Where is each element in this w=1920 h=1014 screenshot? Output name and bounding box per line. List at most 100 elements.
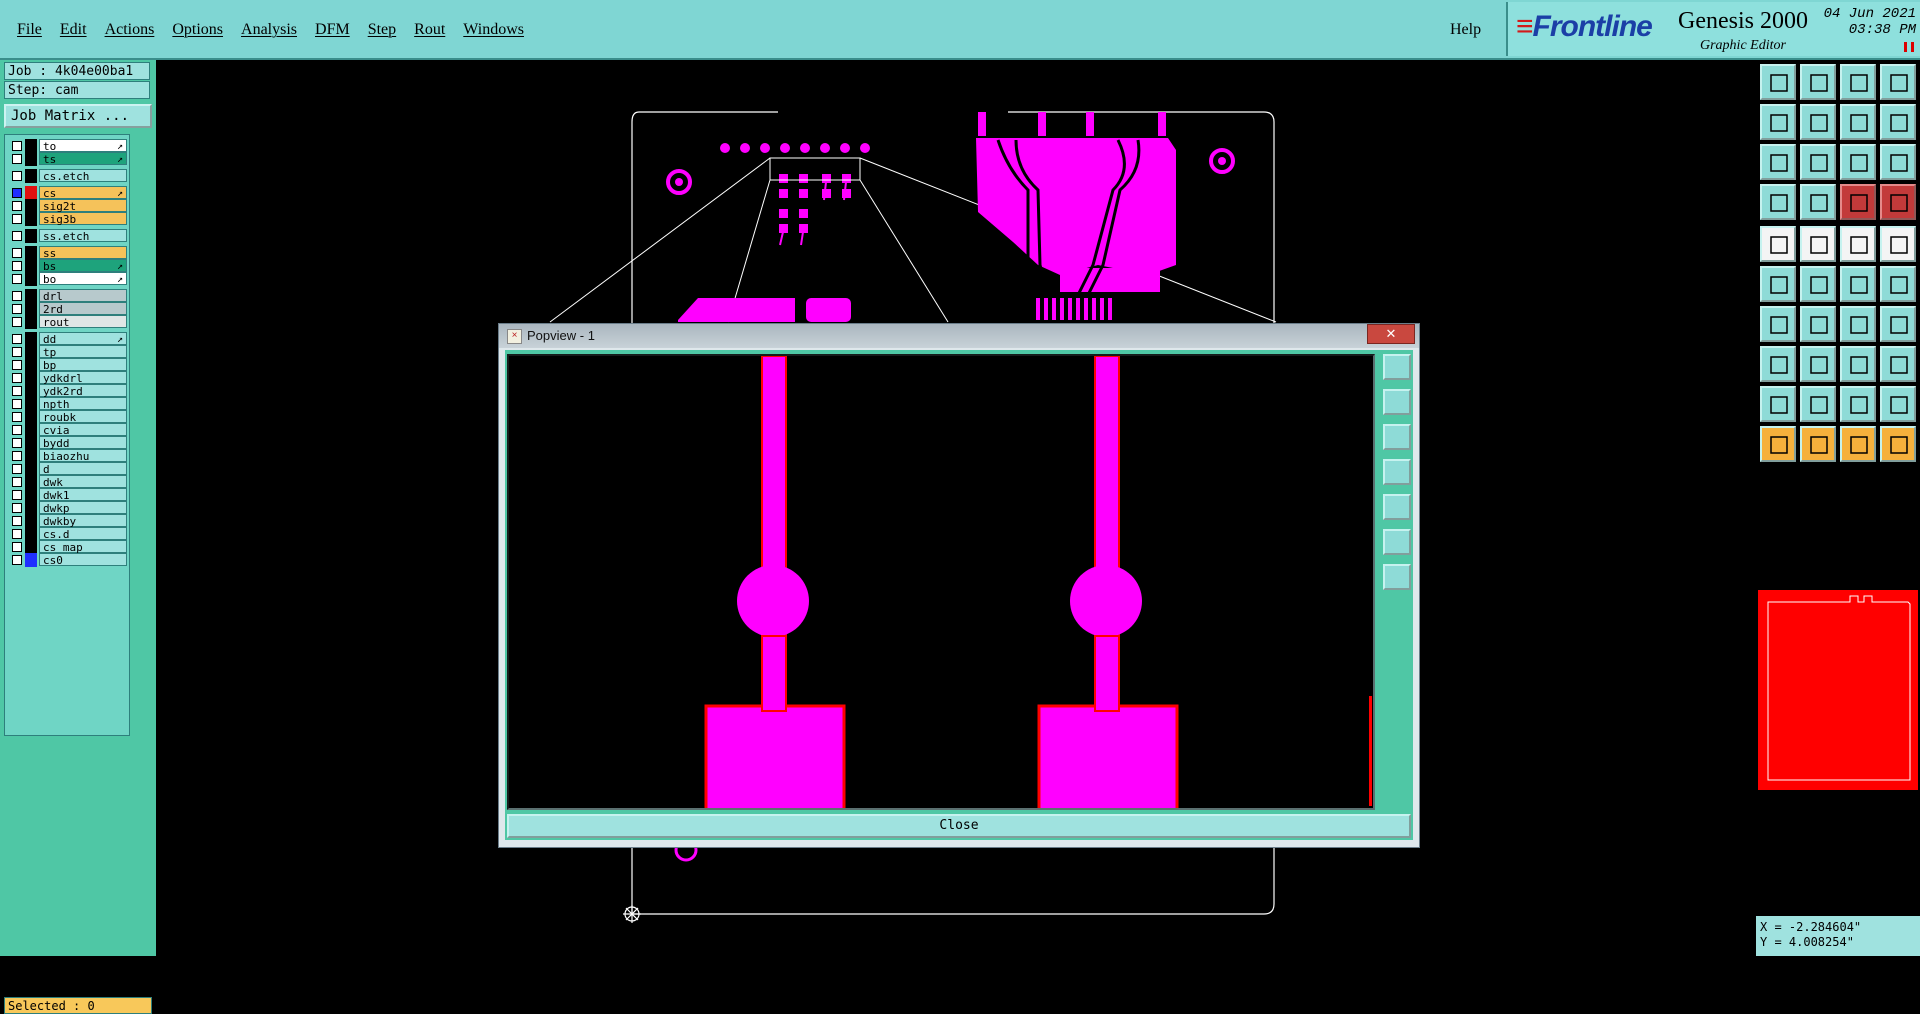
layer-color-swatch[interactable]	[25, 501, 37, 515]
profile-icon[interactable]	[1840, 386, 1876, 422]
layer-color-swatch[interactable]	[25, 410, 37, 424]
layer-checkbox[interactable]	[12, 360, 22, 370]
layer-color-swatch[interactable]	[25, 436, 37, 450]
layer-row[interactable]: cvia	[9, 423, 127, 437]
node-icon[interactable]	[1760, 266, 1796, 302]
layer-checkbox[interactable]	[12, 261, 22, 271]
trace-icon[interactable]	[1800, 386, 1836, 422]
menu-edit[interactable]: Edit	[51, 21, 96, 39]
layer-checkbox[interactable]	[12, 141, 22, 151]
layer-row[interactable]: roubk	[9, 410, 127, 424]
layer-checkbox[interactable]	[12, 503, 22, 513]
layer-color-swatch[interactable]	[25, 169, 37, 183]
layer-name[interactable]: tp	[39, 345, 127, 359]
layer-row[interactable]: cs.d	[9, 527, 127, 541]
layer-row[interactable]: cs ↗	[9, 186, 127, 200]
line-icon[interactable]	[1800, 226, 1836, 262]
query-icon[interactable]	[1880, 144, 1916, 180]
pad-icon[interactable]	[1760, 226, 1796, 262]
layer-color-swatch[interactable]	[25, 384, 37, 398]
layer-name[interactable]: bo ↗	[39, 272, 127, 286]
close-button[interactable]: Close	[507, 814, 1411, 838]
layer-row[interactable]: ts ↗	[9, 152, 127, 166]
menu-file[interactable]: File	[8, 21, 51, 39]
popview-zoom-in-button[interactable]	[1383, 564, 1411, 590]
layer-color-swatch[interactable]	[25, 229, 37, 243]
layer-color-swatch[interactable]	[25, 475, 37, 489]
layer-name[interactable]: cvia	[39, 423, 127, 437]
layer-row[interactable]: biaozhu	[9, 449, 127, 463]
layer-color-swatch[interactable]	[25, 462, 37, 476]
select-red-icon[interactable]	[1800, 426, 1836, 462]
grid-icon[interactable]	[1880, 64, 1916, 100]
layer-checkbox[interactable]	[12, 438, 22, 448]
layer-checkbox[interactable]	[12, 399, 22, 409]
cross-icon[interactable]	[1800, 266, 1836, 302]
layer-checkbox[interactable]	[12, 451, 22, 461]
layer-checkbox[interactable]	[12, 201, 22, 211]
layer-checkbox[interactable]	[12, 464, 22, 474]
layer-color-swatch[interactable]	[25, 152, 37, 166]
layer-row[interactable]: bo ↗	[9, 272, 127, 286]
select-icon[interactable]	[1760, 426, 1796, 462]
target-icon[interactable]	[1880, 226, 1916, 262]
menu-analysis[interactable]: Analysis	[232, 21, 306, 39]
menu-dfm[interactable]: DFM	[306, 21, 359, 39]
layer-row[interactable]: ss.etch	[9, 229, 127, 243]
layer-checkbox[interactable]	[12, 291, 22, 301]
layer-checkbox[interactable]	[12, 386, 22, 396]
layer-row[interactable]: ydkdrl	[9, 371, 127, 385]
layer-checkbox[interactable]	[12, 171, 22, 181]
center-icon[interactable]	[1800, 144, 1836, 180]
overview-map[interactable]	[1758, 590, 1918, 790]
layer-color-swatch[interactable]	[25, 139, 37, 153]
layer-name[interactable]: biaozhu	[39, 449, 127, 463]
layer-row[interactable]: dd ↗	[9, 332, 127, 346]
pause-icon[interactable]	[1904, 42, 1914, 52]
pan-right-icon[interactable]	[1800, 104, 1836, 140]
layer-name[interactable]: bp	[39, 358, 127, 372]
layer-color-swatch[interactable]	[25, 212, 37, 226]
slash-icon[interactable]	[1800, 306, 1836, 342]
layer-name[interactable]: ss	[39, 246, 127, 260]
layer-checkbox[interactable]	[12, 274, 22, 284]
layer-row[interactable]: bs ↗	[9, 259, 127, 273]
group-icon[interactable]	[1880, 346, 1916, 382]
layer-checkbox[interactable]	[12, 304, 22, 314]
layer-checkbox[interactable]	[12, 412, 22, 422]
layer-color-swatch[interactable]	[25, 514, 37, 528]
zoom-reset-icon[interactable]	[1840, 104, 1876, 140]
layer-color-swatch[interactable]	[25, 186, 37, 200]
menu-options[interactable]: Options	[163, 21, 232, 39]
print-icon[interactable]	[1800, 64, 1836, 100]
layer-checkbox[interactable]	[12, 529, 22, 539]
layer-name[interactable]: to ↗	[39, 139, 127, 153]
popview-pan-down-button[interactable]	[1383, 424, 1411, 450]
layer-row[interactable]: ydk2rd	[9, 384, 127, 398]
layer-checkbox[interactable]	[12, 477, 22, 487]
house-icon[interactable]	[1840, 64, 1876, 100]
layers-blue-icon[interactable]	[1880, 184, 1916, 220]
minus-icon[interactable]	[1800, 346, 1836, 382]
layer-row[interactable]: dwk	[9, 475, 127, 489]
layer-name[interactable]: ydkdrl	[39, 371, 127, 385]
layer-row[interactable]: sig2t	[9, 199, 127, 213]
layer-row[interactable]: bydd	[9, 436, 127, 450]
layer-color-swatch[interactable]	[25, 259, 37, 273]
layer-checkbox[interactable]	[12, 214, 22, 224]
feature-icon[interactable]	[1880, 306, 1916, 342]
point-icon[interactable]	[1840, 266, 1876, 302]
layer-name[interactable]: cs_map	[39, 540, 127, 554]
layer-name[interactable]: cs0	[39, 553, 127, 567]
layer-row[interactable]: cs_map	[9, 540, 127, 554]
layer-checkbox[interactable]	[12, 542, 22, 552]
popview-pan-right-button[interactable]	[1383, 494, 1411, 520]
popview-zoom-fit-button[interactable]	[1383, 354, 1411, 380]
popview-titlebar[interactable]: × Popview - 1 ✕	[499, 324, 1419, 348]
close-icon[interactable]: ✕	[1367, 324, 1415, 344]
layer-checkbox[interactable]	[12, 425, 22, 435]
layer-name[interactable]: dwk	[39, 475, 127, 489]
graticule-icon[interactable]	[1800, 184, 1836, 220]
layer-color-swatch[interactable]	[25, 332, 37, 346]
layer-row[interactable]: cs0	[9, 553, 127, 567]
